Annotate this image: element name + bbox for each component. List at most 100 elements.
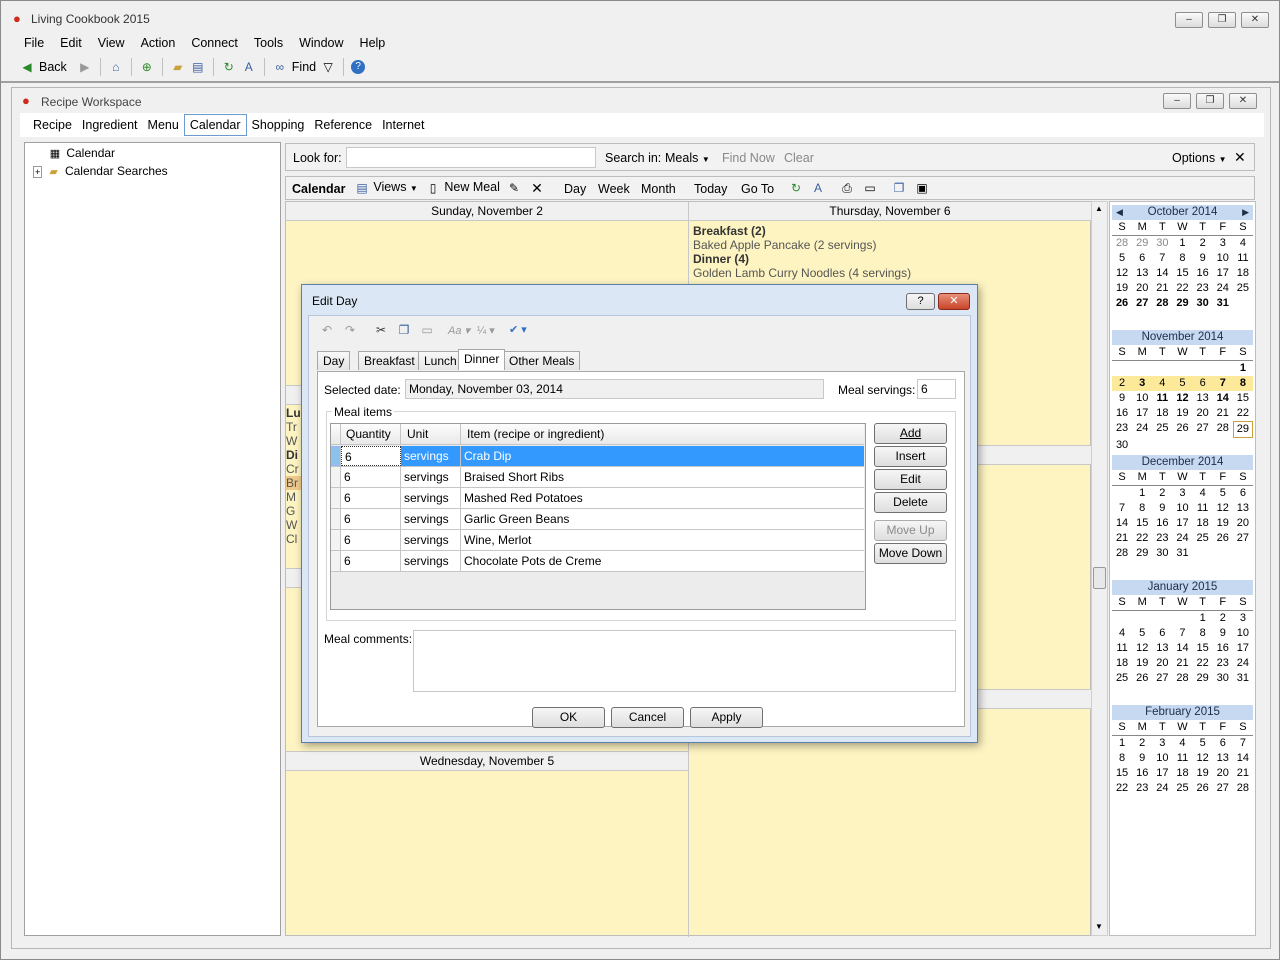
day-cell[interactable]: 16 — [1112, 406, 1132, 421]
day-cell[interactable]: 8 — [1132, 501, 1152, 516]
day-cell[interactable]: 21 — [1112, 531, 1132, 546]
day-cell[interactable]: 25 — [1233, 281, 1253, 296]
day-cell[interactable]: 26 — [1112, 296, 1132, 311]
day-cell[interactable]: 27 — [1152, 671, 1172, 686]
day-cell[interactable]: 29 — [1132, 236, 1152, 251]
table-row[interactable]: 6 servings Garlic Green Beans — [331, 509, 864, 530]
day-cell[interactable]: 6 — [1132, 251, 1152, 266]
day-cell[interactable]: 7 — [1152, 251, 1172, 266]
day-cell[interactable]: 8 — [1112, 751, 1132, 766]
day-cell[interactable]: 19 — [1193, 766, 1213, 781]
day-cell[interactable]: 2 — [1193, 236, 1213, 251]
day-cell[interactable] — [1233, 296, 1253, 311]
day-cell[interactable]: 23 — [1213, 656, 1233, 671]
day-cell[interactable]: 14 — [1233, 751, 1253, 766]
binoculars-icon[interactable]: ∞ — [272, 59, 288, 75]
day-cell[interactable]: 13 — [1213, 751, 1233, 766]
quantity-cell[interactable]: 6 — [341, 467, 401, 487]
day-cell[interactable]: 9 — [1132, 751, 1152, 766]
day-cell[interactable]: 31 — [1172, 546, 1192, 561]
day-cell[interactable]: 4 — [1172, 736, 1192, 751]
day-cell[interactable]: 16 — [1193, 266, 1213, 281]
day-cell[interactable]: 12 — [1193, 751, 1213, 766]
day-cell[interactable]: 19 — [1112, 281, 1132, 296]
day-cell[interactable]: 11 — [1112, 641, 1132, 656]
tab-reference[interactable]: Reference — [309, 115, 377, 135]
expand-icon[interactable]: + — [33, 166, 43, 178]
search-input[interactable] — [346, 147, 596, 168]
help-icon[interactable]: ? — [351, 60, 366, 74]
day-cell[interactable]: 13 — [1152, 641, 1172, 656]
unit-cell[interactable]: servings — [401, 530, 461, 550]
options-dropdown[interactable]: Options ▼ — [1172, 151, 1227, 165]
day-cell[interactable]: 12 — [1112, 266, 1132, 281]
day-header-wednesday[interactable]: Wednesday, November 5 — [286, 751, 688, 771]
day-cell[interactable]: 12 — [1213, 501, 1233, 516]
day-cell[interactable] — [1193, 546, 1213, 561]
month-view-button[interactable]: Month — [641, 182, 676, 196]
close-button[interactable]: ✕ — [1241, 12, 1269, 28]
next-month-icon[interactable]: ▶ — [1242, 205, 1249, 220]
day-cell[interactable]: 29 — [1232, 421, 1253, 438]
day-cell[interactable]: 2 — [1152, 486, 1172, 501]
day-cell[interactable]: 27 — [1233, 531, 1253, 546]
workspace-close-button[interactable]: ✕ — [1229, 93, 1257, 109]
day-cell[interactable]: 17 — [1152, 766, 1172, 781]
day-cell[interactable]: 1 — [1193, 611, 1213, 626]
day-cell[interactable]: 29 — [1132, 546, 1152, 561]
day-cell[interactable] — [1172, 611, 1192, 626]
refresh-icon[interactable]: ↻ — [788, 180, 804, 196]
day-cell[interactable]: 6 — [1233, 486, 1253, 501]
dialog-close-button[interactable]: ✕ — [938, 293, 970, 310]
day-cell[interactable]: 3 — [1132, 376, 1153, 391]
tab-lunch[interactable]: Lunch — [418, 351, 463, 370]
day-cell[interactable] — [1172, 438, 1192, 453]
day-cell[interactable]: 18 — [1233, 266, 1253, 281]
day-cell[interactable]: 5 — [1132, 626, 1152, 641]
day-cell[interactable] — [1112, 486, 1132, 501]
day-cell[interactable]: 3 — [1213, 236, 1233, 251]
search-scope-dropdown[interactable]: Meals ▼ — [665, 151, 710, 165]
apply-button[interactable]: Apply — [690, 707, 763, 728]
day-cell[interactable] — [1193, 438, 1213, 453]
views-dropdown[interactable]: ▤ Views ▼ — [354, 180, 417, 196]
menu-connect[interactable]: Connect — [183, 33, 246, 53]
day-cell[interactable] — [1213, 361, 1233, 376]
panel-icon[interactable]: ▤ — [190, 59, 206, 75]
redo-icon[interactable]: ↷ — [342, 322, 358, 338]
fraction-dropdown[interactable]: ¼ ▾ — [477, 324, 495, 337]
open-folder-icon[interactable]: ▰ — [170, 59, 186, 75]
home-icon[interactable]: ⌂ — [108, 59, 124, 75]
spellcheck-icon[interactable]: ✔ ▾ — [509, 323, 527, 336]
goto-button[interactable]: Go To — [741, 182, 774, 196]
column-header-item[interactable]: Item (recipe or ingredient) — [461, 424, 864, 444]
day-cell[interactable] — [1213, 438, 1233, 453]
day-cell[interactable] — [1233, 546, 1253, 561]
maximize-button[interactable]: ❐ — [1208, 12, 1236, 28]
move-down-button[interactable]: Move Down — [874, 543, 947, 564]
print-icon[interactable]: ▭ — [862, 180, 878, 196]
day-cell[interactable]: 20 — [1152, 656, 1172, 671]
day-cell[interactable]: 20 — [1233, 516, 1253, 531]
day-cell[interactable]: 25 — [1172, 781, 1192, 796]
day-cell[interactable]: 15 — [1172, 266, 1192, 281]
add-button[interactable]: Add — [874, 423, 947, 444]
day-cell[interactable]: 19 — [1172, 406, 1192, 421]
meal-servings-input[interactable] — [917, 379, 956, 399]
day-cell[interactable]: 14 — [1213, 391, 1233, 406]
day-cell[interactable]: 5 — [1213, 486, 1233, 501]
day-cell[interactable]: 10 — [1132, 391, 1152, 406]
day-cell[interactable]: 20 — [1132, 281, 1152, 296]
insert-button[interactable]: Insert — [874, 446, 947, 467]
day-cell[interactable]: 1 — [1233, 361, 1253, 376]
menu-help[interactable]: Help — [352, 33, 394, 53]
day-cell[interactable]: 1 — [1112, 736, 1132, 751]
day-cell[interactable]: 7 — [1212, 376, 1233, 391]
tab-breakfast[interactable]: Breakfast — [358, 351, 421, 370]
day-cell[interactable]: 8 — [1232, 376, 1253, 391]
quantity-cell[interactable]: 6 — [341, 509, 401, 529]
day-cell[interactable]: 18 — [1193, 516, 1213, 531]
day-cell[interactable]: 14 — [1152, 266, 1172, 281]
tab-ingredient[interactable]: Ingredient — [77, 115, 143, 135]
day-cell[interactable]: 7 — [1112, 501, 1132, 516]
